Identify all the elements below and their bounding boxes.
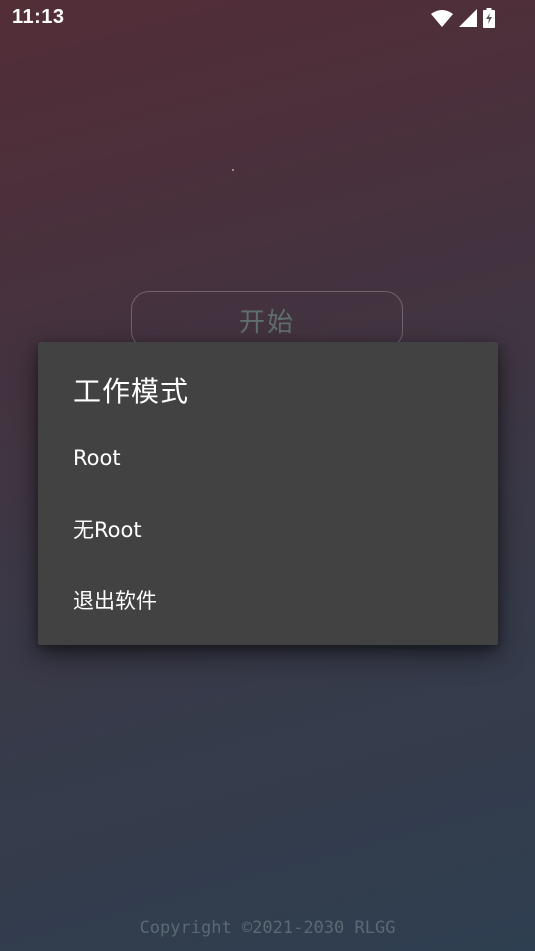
option-no-root-label: 无Root [73,517,142,542]
copyright-footer: Copyright ©2021-2030 RLGG [139,918,396,938]
start-button[interactable]: 开始 [131,291,403,349]
signal-icon [459,9,477,27]
option-no-root[interactable]: 无Root [38,493,498,564]
option-exit-app[interactable]: 退出软件 [38,564,498,635]
loading-dot [232,169,234,171]
option-root[interactable]: Root [38,422,498,493]
status-bar: 11:13 [0,0,535,36]
work-mode-dialog: 工作模式 Root 无Root 退出软件 [38,342,498,645]
dialog-title: 工作模式 [73,375,190,408]
battery-charging-icon [483,8,495,28]
option-root-label: Root [73,445,121,470]
status-icons [431,8,495,28]
start-button-label: 开始 [238,307,295,338]
wifi-icon [431,9,453,27]
status-time: 11:13 [12,6,65,28]
option-exit-app-label: 退出软件 [73,588,157,613]
dialog-options-list: Root 无Root 退出软件 [38,422,498,635]
